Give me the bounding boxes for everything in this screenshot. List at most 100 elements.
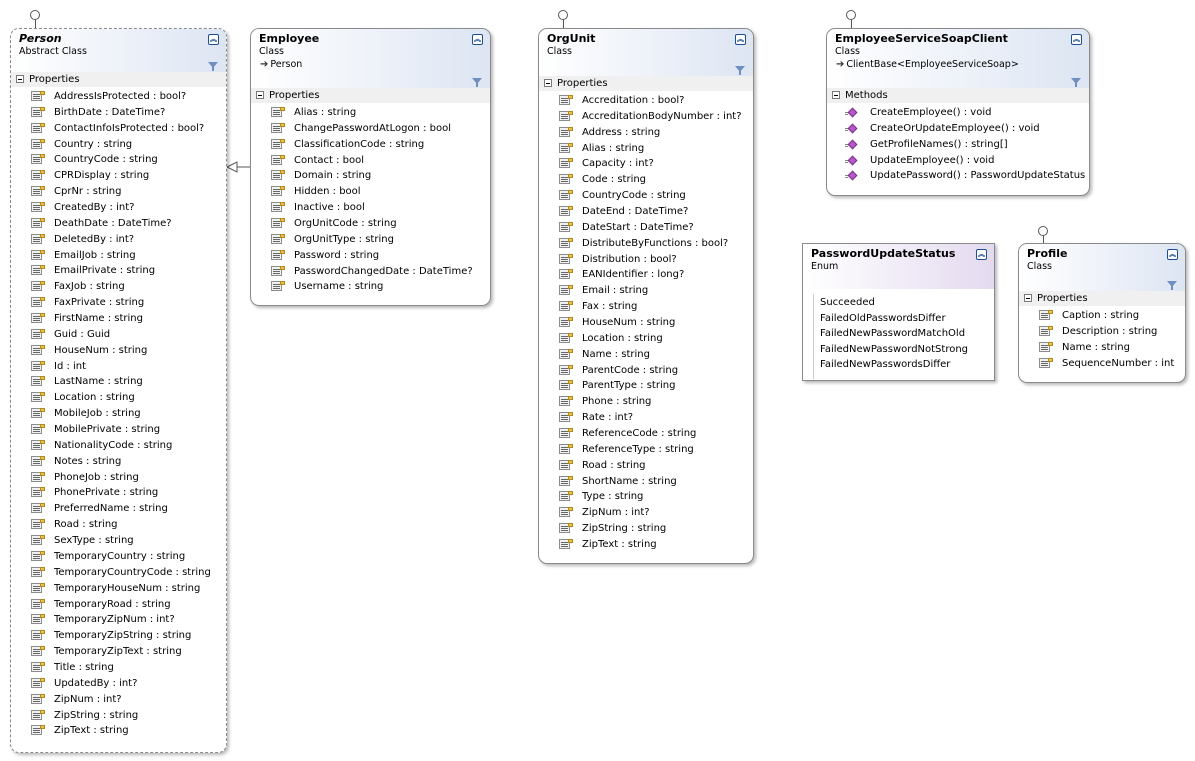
collapse-section-icon[interactable] xyxy=(1024,294,1032,302)
property-item[interactable]: Email : string xyxy=(539,283,753,299)
property-item[interactable]: CprNr : string xyxy=(11,184,226,200)
property-item[interactable]: Country : string xyxy=(11,137,226,153)
property-item[interactable]: ContactInfoIsProtected : bool? xyxy=(11,121,226,137)
property-item[interactable]: PhonePrivate : string xyxy=(11,485,226,501)
property-item[interactable]: TemporaryCountryCode : string xyxy=(11,565,226,581)
profile-class-box[interactable]: Profile Class ︽ Properties Caption : str… xyxy=(1018,243,1186,383)
properties-section-header[interactable]: Properties xyxy=(1019,291,1185,306)
property-item[interactable]: TemporaryZipNum : int? xyxy=(11,612,226,628)
properties-section-header[interactable]: Properties xyxy=(539,76,753,91)
property-item[interactable]: Rate : int? xyxy=(539,410,753,426)
property-item[interactable]: DeathDate : DateTime? xyxy=(11,216,226,232)
property-item[interactable]: CountryCode : string xyxy=(539,188,753,204)
property-item[interactable]: BirthDate : DateTime? xyxy=(11,105,226,121)
collapse-button[interactable]: ︽ xyxy=(1167,249,1178,260)
employee-service-soap-client-box[interactable]: EmployeeServiceSoapClient Class ➔ ClientB… xyxy=(826,28,1090,196)
property-item[interactable]: FaxPrivate : string xyxy=(11,295,226,311)
methods-section-header[interactable]: Methods xyxy=(827,88,1089,103)
method-item[interactable]: UpdatePassword() : PasswordUpdateStatus xyxy=(827,168,1089,184)
filter-icon[interactable] xyxy=(1167,281,1177,290)
property-item[interactable]: EANIdentifier : long? xyxy=(539,267,753,283)
enum-value[interactable]: FailedNewPasswordMatchOld xyxy=(820,326,994,342)
property-item[interactable]: Domain : string xyxy=(251,168,490,184)
method-item[interactable]: GetProfileNames() : string[] xyxy=(827,137,1089,153)
property-item[interactable]: Location : string xyxy=(539,331,753,347)
property-item[interactable]: Password : string xyxy=(251,248,490,264)
property-item[interactable]: ClassificationCode : string xyxy=(251,137,490,153)
property-item[interactable]: ZipNum : int? xyxy=(539,505,753,521)
collapse-button[interactable]: ︽ xyxy=(472,34,483,45)
method-item[interactable]: UpdateEmployee() : void xyxy=(827,153,1089,169)
property-item[interactable]: Alias : string xyxy=(539,141,753,157)
property-item[interactable]: Accreditation : bool? xyxy=(539,93,753,109)
property-item[interactable]: ChangePasswordAtLogon : bool xyxy=(251,121,490,137)
property-item[interactable]: Contact : bool xyxy=(251,153,490,169)
collapse-button[interactable]: ︽ xyxy=(1071,34,1082,45)
properties-section-header[interactable]: Properties xyxy=(11,72,226,87)
collapse-button[interactable]: ︽ xyxy=(976,249,987,260)
property-item[interactable]: Type : string xyxy=(539,489,753,505)
property-item[interactable]: EmailJob : string xyxy=(11,248,226,264)
enum-value[interactable]: FailedOldPasswordsDiffer xyxy=(820,311,994,327)
property-item[interactable]: AccreditationBodyNumber : int? xyxy=(539,109,753,125)
property-item[interactable]: CreatedBy : int? xyxy=(11,200,226,216)
filter-icon[interactable] xyxy=(472,78,482,87)
property-item[interactable]: Phone : string xyxy=(539,394,753,410)
property-item[interactable]: Hidden : bool xyxy=(251,184,490,200)
property-item[interactable]: EmailPrivate : string xyxy=(11,263,226,279)
property-item[interactable]: Location : string xyxy=(11,390,226,406)
password-update-status-enum-box[interactable]: PasswordUpdateStatus Enum ︽ Succeeded Fai… xyxy=(802,243,995,381)
property-item[interactable]: FirstName : string xyxy=(11,311,226,327)
property-item[interactable]: PhoneJob : string xyxy=(11,470,226,486)
property-item[interactable]: Name : string xyxy=(539,347,753,363)
method-item[interactable]: CreateEmployee() : void xyxy=(827,105,1089,121)
property-item[interactable]: ZipString : string xyxy=(11,708,226,724)
property-item[interactable]: Capacity : int? xyxy=(539,156,753,172)
property-item[interactable]: Fax : string xyxy=(539,299,753,315)
property-item[interactable]: Inactive : bool xyxy=(251,200,490,216)
property-item[interactable]: DistributeByFunctions : bool? xyxy=(539,236,753,252)
property-item[interactable]: TemporaryZipString : string xyxy=(11,628,226,644)
property-item[interactable]: Title : string xyxy=(11,660,226,676)
property-item[interactable]: Notes : string xyxy=(11,454,226,470)
orgunit-class-box[interactable]: OrgUnit Class ︽ Properties Accreditation… xyxy=(538,28,754,564)
collapse-section-icon[interactable] xyxy=(544,79,552,87)
filter-icon[interactable] xyxy=(1071,78,1081,87)
property-item[interactable]: ZipNum : int? xyxy=(11,692,226,708)
property-item[interactable]: Distribution : bool? xyxy=(539,252,753,268)
property-item[interactable]: ZipText : string xyxy=(539,537,753,553)
method-item[interactable]: CreateOrUpdateEmployee() : void xyxy=(827,121,1089,137)
property-item[interactable]: DateEnd : DateTime? xyxy=(539,204,753,220)
property-item[interactable]: Alias : string xyxy=(251,105,490,121)
property-item[interactable]: AddressIsProtected : bool? xyxy=(11,89,226,105)
property-item[interactable]: OrgUnitCode : string xyxy=(251,216,490,232)
property-item[interactable]: Road : string xyxy=(11,517,226,533)
property-item[interactable]: ZipText : string xyxy=(11,723,226,739)
property-item[interactable]: TemporaryCountry : string xyxy=(11,549,226,565)
collapse-section-icon[interactable] xyxy=(832,91,840,99)
property-item[interactable]: DateStart : DateTime? xyxy=(539,220,753,236)
property-item[interactable]: HouseNum : string xyxy=(539,315,753,331)
property-item[interactable]: Address : string xyxy=(539,125,753,141)
property-item[interactable]: OrgUnitType : string xyxy=(251,232,490,248)
property-item[interactable]: PreferredName : string xyxy=(11,501,226,517)
property-item[interactable]: ReferenceCode : string xyxy=(539,426,753,442)
property-item[interactable]: ParentCode : string xyxy=(539,363,753,379)
filter-icon[interactable] xyxy=(735,66,745,75)
person-class-box[interactable]: Person Abstract Class ︽ Properties Addre… xyxy=(10,28,227,753)
property-item[interactable]: Road : string xyxy=(539,458,753,474)
property-item[interactable]: LastName : string xyxy=(11,374,226,390)
properties-section-header[interactable]: Properties xyxy=(251,88,490,103)
collapse-section-icon[interactable] xyxy=(256,91,264,99)
property-item[interactable]: Code : string xyxy=(539,172,753,188)
property-item[interactable]: ReferenceType : string xyxy=(539,442,753,458)
property-item[interactable]: TemporaryRoad : string xyxy=(11,597,226,613)
property-item[interactable]: CountryCode : string xyxy=(11,152,226,168)
property-item[interactable]: DeletedBy : int? xyxy=(11,232,226,248)
collapse-button[interactable]: ︽ xyxy=(208,34,219,45)
property-item[interactable]: HouseNum : string xyxy=(11,343,226,359)
property-item[interactable]: FaxJob : string xyxy=(11,279,226,295)
property-item[interactable]: ShortName : string xyxy=(539,474,753,490)
enum-value[interactable]: FailedNewPasswordsDiffer xyxy=(820,357,994,373)
property-item[interactable]: MobilePrivate : string xyxy=(11,422,226,438)
